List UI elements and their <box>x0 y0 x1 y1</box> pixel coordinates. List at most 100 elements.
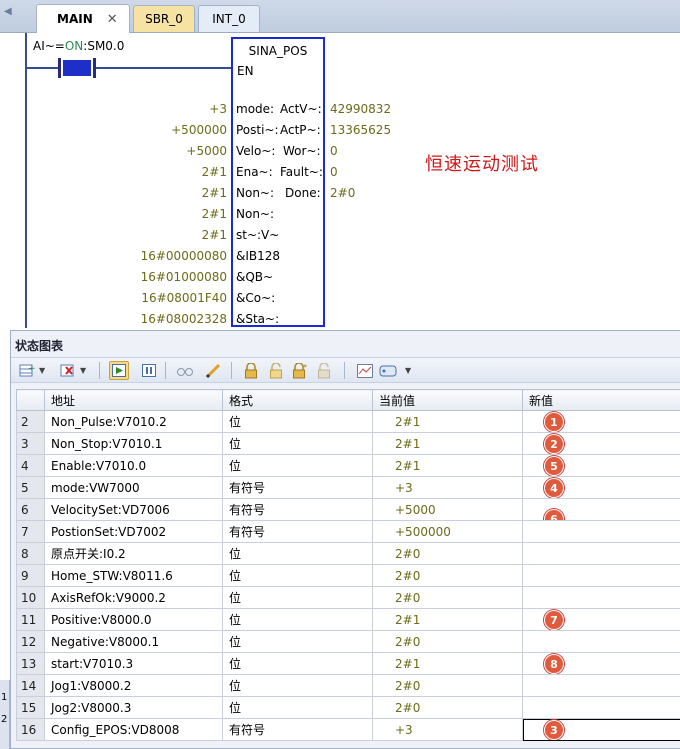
table-row[interactable]: 14 Jog1:V8000.2 位 2#0 <box>16 674 680 697</box>
output-value[interactable]: 0 <box>330 144 338 158</box>
input-value[interactable]: +500000 <box>171 123 227 137</box>
address-cell[interactable]: Enable:V7010.0 <box>44 454 223 477</box>
address-cell[interactable]: VelocitySet:VD7006 <box>44 498 223 521</box>
new-value-cell[interactable]: 4 <box>522 476 680 499</box>
table-row[interactable]: 2 Non_Pulse:V7010.2 位 2#1 1 <box>16 410 680 433</box>
format-cell[interactable]: 有符号 <box>222 498 373 521</box>
input-value[interactable]: 2#1 <box>202 165 227 179</box>
address-cell[interactable]: mode:VW7000 <box>44 476 223 499</box>
address-cell[interactable]: start:V7010.3 <box>44 652 223 675</box>
table-row[interactable]: 11 Positive:V8000.0 位 2#1 7 <box>16 608 680 631</box>
monitor-start-icon[interactable] <box>109 361 129 380</box>
input-value[interactable]: 2#1 <box>202 228 227 242</box>
header-address[interactable]: 地址 <box>44 389 223 411</box>
address-cell[interactable]: Positive:V8000.0 <box>44 608 223 631</box>
address-cell[interactable]: PostionSet:VD7002 <box>44 520 223 543</box>
format-cell[interactable]: 位 <box>222 564 373 587</box>
new-value-cell[interactable]: 5 <box>522 454 680 477</box>
new-value-cell[interactable]: 3 <box>522 718 680 741</box>
tab-close-icon[interactable]: ✕ <box>107 12 118 27</box>
normally-open-contact[interactable] <box>58 58 96 78</box>
format-cell[interactable]: 有符号 <box>222 520 373 543</box>
new-value-cell[interactable]: 6 <box>522 498 680 521</box>
new-value-cell[interactable]: 2 <box>522 432 680 455</box>
table-row[interactable]: 7 PostionSet:VD7002 有符号 +500000 <box>16 520 680 543</box>
lock-icon[interactable] <box>241 361 261 380</box>
table-row[interactable]: 4 Enable:V7010.0 位 2#1 5 <box>16 454 680 477</box>
new-value-cell[interactable] <box>522 586 680 609</box>
table-row[interactable]: 15 Jog2:V8000.3 位 2#0 <box>16 696 680 719</box>
lock-all-icon[interactable]: * <box>291 361 311 380</box>
table-row[interactable]: 12 Negative:V8000.1 位 2#0 <box>16 630 680 653</box>
tab-int0[interactable]: INT_0 <box>198 5 260 32</box>
new-value-cell[interactable]: 8 <box>522 652 680 675</box>
unlock-all-icon[interactable] <box>316 361 336 380</box>
address-cell[interactable]: Non_Pulse:V7010.2 <box>44 410 223 433</box>
chevron-down-icon[interactable]: ▼ <box>80 366 86 375</box>
address-cell[interactable]: Jog1:V8000.2 <box>44 674 223 697</box>
tag-icon[interactable] <box>379 361 399 380</box>
output-value[interactable]: 0 <box>330 165 338 179</box>
header-current-value[interactable]: 当前值 <box>372 389 523 411</box>
input-value[interactable]: 16#08001F40 <box>141 291 227 305</box>
new-value-cell[interactable] <box>522 542 680 565</box>
input-value[interactable]: +5000 <box>186 144 227 158</box>
format-cell[interactable]: 位 <box>222 652 373 675</box>
new-value-cell[interactable] <box>522 630 680 653</box>
output-value[interactable]: 42990832 <box>330 102 391 116</box>
address-cell[interactable]: Config_EPOS:VD8008 <box>44 718 223 741</box>
new-value-cell[interactable] <box>522 520 680 543</box>
add-row-icon[interactable]: + <box>17 361 37 380</box>
new-value-cell[interactable] <box>522 674 680 697</box>
new-value-cell[interactable]: 1 <box>522 410 680 433</box>
address-cell[interactable]: Jog2:V8000.3 <box>44 696 223 719</box>
trend-view-icon[interactable] <box>355 361 375 380</box>
tab-scroll-left-icon[interactable]: ◀ <box>4 6 16 26</box>
pencil-icon[interactable] <box>203 361 223 380</box>
chevron-down-icon[interactable]: ▼ <box>39 366 45 375</box>
address-cell[interactable]: Home_STW:V8011.6 <box>44 564 223 587</box>
table-row[interactable]: 5 mode:VW7000 有符号 +3 4 <box>16 476 680 499</box>
table-row[interactable]: 8 原点开关:I0.2 位 2#0 <box>16 542 680 565</box>
new-value-cell[interactable] <box>522 696 680 719</box>
tab-main[interactable]: MAIN ✕ <box>36 4 130 33</box>
input-value[interactable]: 2#1 <box>202 186 227 200</box>
delete-row-icon[interactable] <box>58 361 78 380</box>
table-row[interactable]: 6 VelocitySet:VD7006 有符号 +5000 6 <box>16 498 680 521</box>
ladder-editor[interactable]: AI~=ON:SM0.0 SINA_POS EN +3 mode: +50000… <box>0 33 680 328</box>
output-value[interactable]: 13365625 <box>330 123 391 137</box>
input-value[interactable]: 2#1 <box>202 207 227 221</box>
address-cell[interactable]: AxisRefOk:V9000.2 <box>44 586 223 609</box>
table-row[interactable]: 10 AxisRefOk:V9000.2 位 2#0 <box>16 586 680 609</box>
table-row[interactable]: 13 start:V7010.3 位 2#1 8 <box>16 652 680 675</box>
output-value[interactable]: 2#0 <box>330 186 355 200</box>
format-cell[interactable]: 位 <box>222 542 373 565</box>
address-cell[interactable]: Non_Stop:V7010.1 <box>44 432 223 455</box>
format-cell[interactable]: 位 <box>222 410 373 433</box>
new-value-cell[interactable]: 7 <box>522 608 680 631</box>
header-new-value[interactable]: 新值 <box>522 389 680 411</box>
tab-sbr0[interactable]: SBR_0 <box>133 5 195 32</box>
input-value[interactable]: 16#00000080 <box>141 249 227 263</box>
format-cell[interactable]: 位 <box>222 630 373 653</box>
monitor-pause-icon[interactable] <box>139 361 159 380</box>
unlock-icon[interactable] <box>266 361 286 380</box>
address-cell[interactable]: 原点开关:I0.2 <box>44 542 223 565</box>
format-cell[interactable]: 有符号 <box>222 476 373 499</box>
format-cell[interactable]: 位 <box>222 608 373 631</box>
format-cell[interactable]: 位 <box>222 586 373 609</box>
glasses-icon[interactable] <box>175 361 195 380</box>
new-value-cell[interactable] <box>522 564 680 587</box>
header-format[interactable]: 格式 <box>222 389 373 411</box>
format-cell[interactable]: 位 <box>222 696 373 719</box>
format-cell[interactable]: 位 <box>222 432 373 455</box>
input-value[interactable]: +3 <box>209 102 227 116</box>
format-cell[interactable]: 位 <box>222 454 373 477</box>
table-row[interactable]: 16 Config_EPOS:VD8008 有符号 +3 3 <box>16 718 680 741</box>
chevron-down-icon[interactable]: ▼ <box>405 366 411 375</box>
address-cell[interactable]: Negative:V8000.1 <box>44 630 223 653</box>
format-cell[interactable]: 有符号 <box>222 718 373 741</box>
table-row[interactable]: 9 Home_STW:V8011.6 位 2#0 <box>16 564 680 587</box>
input-value[interactable]: 16#01000080 <box>141 270 227 284</box>
format-cell[interactable]: 位 <box>222 674 373 697</box>
